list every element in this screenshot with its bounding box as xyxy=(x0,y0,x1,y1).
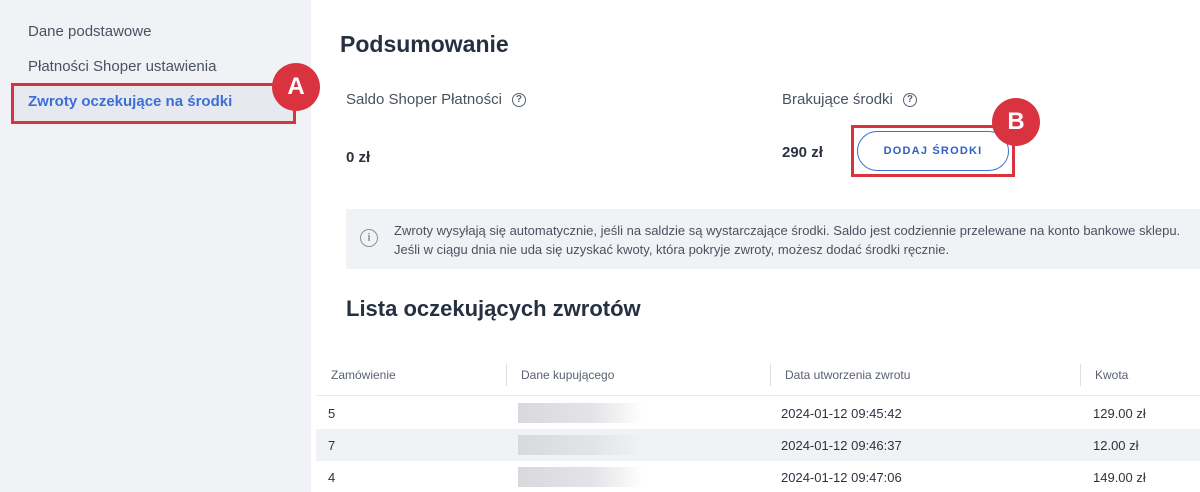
page-title: Podsumowanie xyxy=(340,31,509,57)
list-title: Lista oczekujących zwrotów xyxy=(346,296,641,321)
column-header-order[interactable]: Zamówienie xyxy=(331,368,396,382)
annotation-box-a xyxy=(11,83,296,124)
sidebar: Dane podstawowe Płatności Shoper ustawie… xyxy=(0,0,311,492)
table-row[interactable]: 4 2024-01-12 09:47:06 149.00 zł xyxy=(316,461,1200,492)
cell-date: 2024-01-12 09:47:06 xyxy=(781,470,902,485)
saldo-label: Saldo Shoper Płatności ? xyxy=(346,91,526,108)
table-header-divider xyxy=(316,395,1200,396)
cell-amount: 129.00 zł xyxy=(1093,406,1146,421)
cell-amount: 149.00 zł xyxy=(1093,470,1146,485)
info-text: Zwroty wysyłają się automatycznie, jeśli… xyxy=(394,221,1194,259)
missing-funds-value: 290 zł xyxy=(782,144,823,161)
column-divider xyxy=(770,364,771,386)
saldo-label-text: Saldo Shoper Płatności xyxy=(346,91,502,108)
cell-order: 4 xyxy=(328,470,336,485)
missing-funds-label-text: Brakujące środki xyxy=(782,91,893,108)
cell-amount: 12.00 zł xyxy=(1093,438,1139,453)
annotation-box-b xyxy=(851,125,1015,177)
buyer-data-redacted xyxy=(518,403,643,423)
annotation-badge-b: B xyxy=(992,98,1040,146)
help-icon[interactable]: ? xyxy=(902,92,917,107)
table-row[interactable]: 7 2024-01-12 09:46:37 12.00 zł xyxy=(316,429,1200,461)
table-row[interactable]: 5 2024-01-12 09:45:42 129.00 zł xyxy=(316,397,1200,429)
cell-order: 5 xyxy=(328,406,336,421)
cell-date: 2024-01-12 09:45:42 xyxy=(781,406,902,421)
info-line-2: Jeśli w ciągu dnia nie uda się uzyskać k… xyxy=(394,242,950,257)
info-line-1: Zwroty wysyłają się automatycznie, jeśli… xyxy=(394,223,1181,238)
column-divider xyxy=(506,364,507,386)
sidebar-item-dane-podstawowe[interactable]: Dane podstawowe xyxy=(28,23,151,40)
buyer-data-redacted xyxy=(518,435,643,455)
help-icon[interactable]: ? xyxy=(511,92,526,107)
info-box: i Zwroty wysyłają się automatycznie, jeś… xyxy=(346,209,1200,269)
sidebar-item-platnosci-ustawienia[interactable]: Płatności Shoper ustawienia xyxy=(28,58,216,75)
cell-order: 7 xyxy=(328,438,336,453)
column-header-date[interactable]: Data utworzenia zwrotu xyxy=(785,368,910,382)
missing-funds-label: Brakujące środki ? xyxy=(782,91,917,108)
buyer-data-redacted xyxy=(518,467,643,487)
saldo-value: 0 zł xyxy=(346,149,371,166)
info-icon: i xyxy=(360,229,378,247)
cell-date: 2024-01-12 09:46:37 xyxy=(781,438,902,453)
annotation-badge-a: A xyxy=(272,63,320,111)
column-divider xyxy=(1080,364,1081,386)
column-header-buyer[interactable]: Dane kupującego xyxy=(521,368,614,382)
column-header-amount[interactable]: Kwota xyxy=(1095,368,1128,382)
